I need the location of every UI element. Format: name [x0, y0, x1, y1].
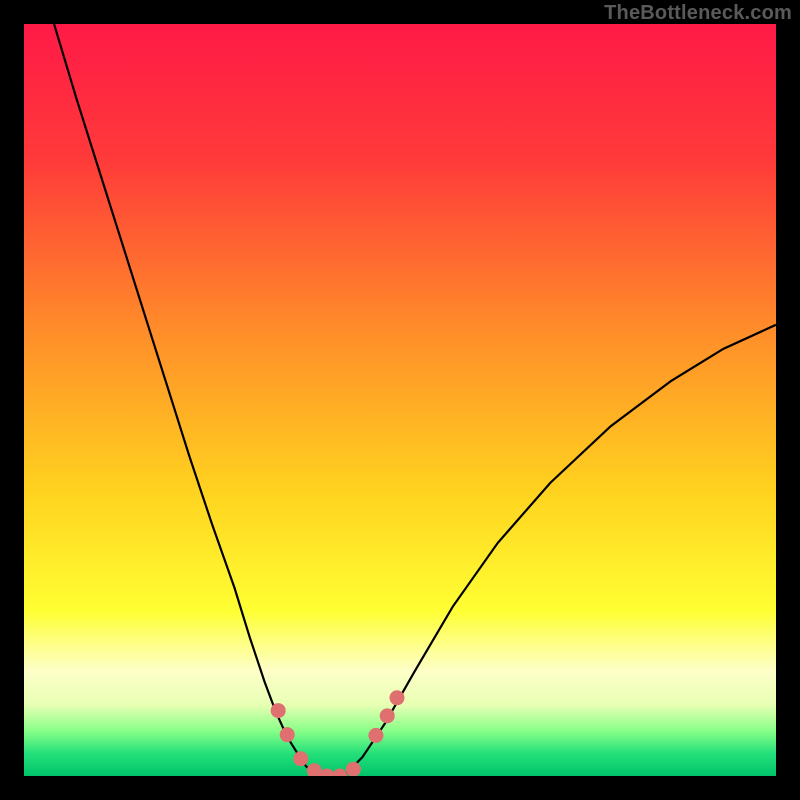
valley-marker: [346, 762, 361, 776]
valley-marker: [271, 703, 286, 718]
valley-marker: [332, 769, 347, 777]
plot-area: [24, 24, 776, 776]
valley-markers: [271, 690, 405, 776]
valley-marker: [368, 728, 383, 743]
valley-marker: [320, 769, 335, 777]
valley-marker: [280, 727, 295, 742]
valley-marker: [293, 751, 308, 766]
valley-marker: [389, 690, 404, 705]
watermark-text: TheBottleneck.com: [604, 2, 792, 25]
valley-marker: [307, 763, 322, 776]
chart-frame: TheBottleneck.com: [0, 0, 800, 800]
curve-layer: [24, 24, 776, 776]
valley-marker: [380, 708, 395, 723]
bottleneck-curve: [54, 24, 776, 776]
